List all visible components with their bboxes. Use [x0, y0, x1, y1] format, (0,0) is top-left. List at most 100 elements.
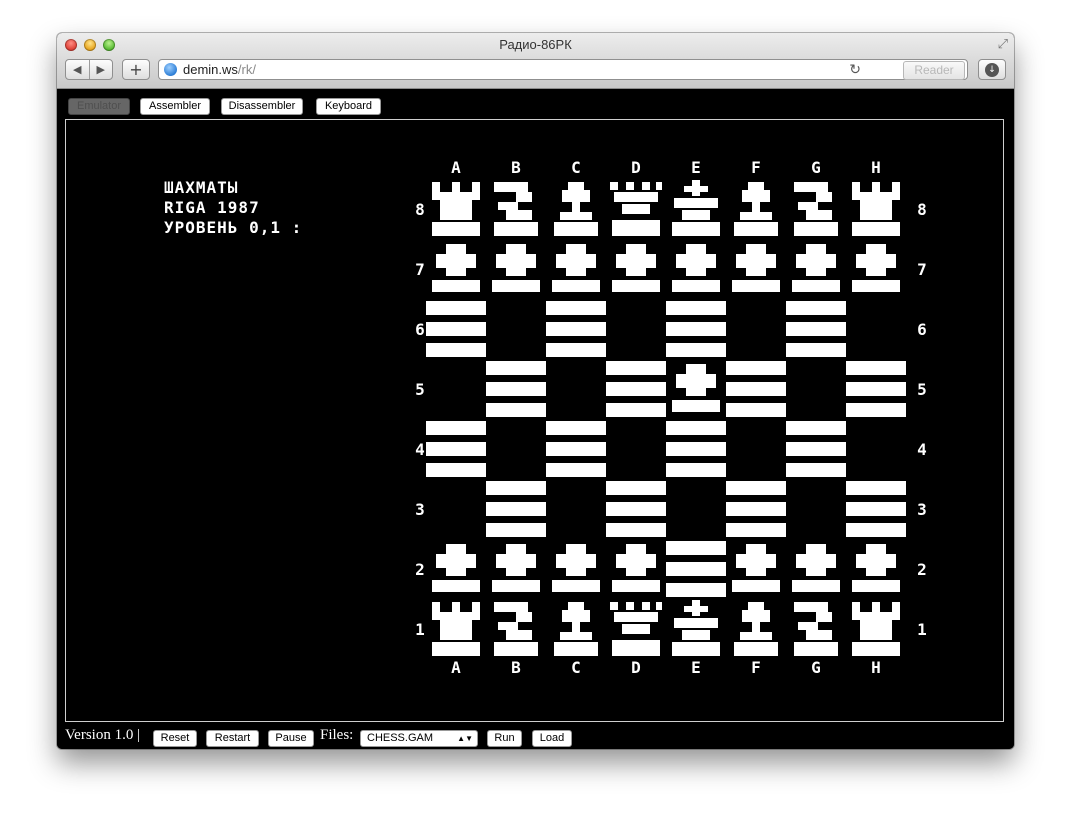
board-square[interactable]: [786, 300, 846, 360]
assembler-tab-button[interactable]: Assembler: [140, 98, 210, 115]
chess-piece-knight[interactable]: [786, 180, 846, 240]
board-square[interactable]: [486, 300, 546, 360]
chess-piece-knight[interactable]: [486, 600, 546, 660]
board-square[interactable]: [606, 300, 666, 360]
chess-piece-king[interactable]: [666, 180, 726, 240]
piece-part: [686, 244, 706, 254]
piece-part: [626, 544, 646, 554]
chess-piece-pawn[interactable]: [786, 240, 846, 300]
rank-label: 3: [415, 500, 425, 519]
board-square[interactable]: [426, 480, 486, 540]
square-stripe: [666, 442, 726, 456]
reset-button[interactable]: Reset: [153, 730, 197, 747]
board-square[interactable]: [606, 420, 666, 480]
fullscreen-icon[interactable]: ⤢: [998, 37, 1008, 52]
board-square[interactable]: [846, 420, 906, 480]
back-forward-buttons: ◀ ▶: [65, 59, 113, 80]
chess-piece-queen[interactable]: [606, 180, 666, 240]
file-select[interactable]: CHESS.GAM ▲▼: [360, 730, 478, 747]
emulator-tab-button[interactable]: Emulator: [68, 98, 130, 115]
board-square[interactable]: [666, 300, 726, 360]
forward-arrow-icon[interactable]: ▶: [89, 63, 112, 76]
chess-piece-pawn[interactable]: [546, 540, 606, 600]
piece-part: [752, 622, 760, 632]
chess-piece-king[interactable]: [666, 600, 726, 660]
url-text[interactable]: demin.ws/rk/: [183, 62, 256, 77]
piece-part: [872, 602, 880, 612]
piece-part: [672, 642, 720, 656]
board-square[interactable]: [666, 420, 726, 480]
pause-button[interactable]: Pause: [268, 730, 314, 747]
piece-part: [642, 602, 650, 610]
square-stripe: [666, 541, 726, 555]
restart-button[interactable]: Restart: [206, 730, 259, 747]
chess-piece-pawn[interactable]: [786, 540, 846, 600]
disassembler-tab-button[interactable]: Disassembler: [221, 98, 303, 115]
board-square[interactable]: [546, 480, 606, 540]
back-arrow-icon[interactable]: ◀: [66, 63, 89, 76]
add-tab-button[interactable]: +: [122, 59, 150, 80]
chess-piece-rook[interactable]: [846, 600, 906, 660]
board-square[interactable]: [666, 540, 726, 600]
chess-piece-pawn[interactable]: [606, 240, 666, 300]
board-square[interactable]: [786, 360, 846, 420]
board-square[interactable]: [606, 480, 666, 540]
board-square[interactable]: [486, 480, 546, 540]
chess-piece-bishop[interactable]: [726, 600, 786, 660]
board-square[interactable]: [846, 480, 906, 540]
board-square[interactable]: [726, 300, 786, 360]
chess-piece-rook[interactable]: [426, 180, 486, 240]
square-stripe: [666, 583, 726, 597]
load-button[interactable]: Load: [532, 730, 572, 747]
chess-piece-knight[interactable]: [486, 180, 546, 240]
board-square[interactable]: [726, 480, 786, 540]
chess-piece-pawn[interactable]: [666, 360, 726, 420]
board-square[interactable]: [786, 480, 846, 540]
chess-piece-bishop[interactable]: [546, 600, 606, 660]
board-square[interactable]: [666, 480, 726, 540]
address-bar[interactable]: demin.ws/rk/ ↻ Reader: [158, 59, 968, 80]
chess-piece-queen[interactable]: [606, 600, 666, 660]
chess-piece-pawn[interactable]: [426, 540, 486, 600]
piece-part: [656, 602, 662, 610]
keyboard-tab-button[interactable]: Keyboard: [316, 98, 381, 115]
piece-part: [852, 182, 860, 192]
chess-piece-pawn[interactable]: [486, 540, 546, 600]
chess-piece-pawn[interactable]: [726, 240, 786, 300]
chess-piece-pawn[interactable]: [606, 540, 666, 600]
piece-part: [806, 210, 832, 220]
board-square[interactable]: [546, 420, 606, 480]
chess-piece-pawn[interactable]: [546, 240, 606, 300]
board-square[interactable]: [546, 300, 606, 360]
chess-piece-pawn[interactable]: [666, 240, 726, 300]
chess-piece-pawn[interactable]: [486, 240, 546, 300]
chess-piece-rook[interactable]: [846, 180, 906, 240]
reader-button[interactable]: Reader: [903, 61, 965, 80]
board-square[interactable]: [846, 360, 906, 420]
reload-icon[interactable]: ↻: [849, 61, 861, 78]
square-stripe: [786, 322, 846, 336]
chess-piece-pawn[interactable]: [846, 540, 906, 600]
board-square[interactable]: [846, 300, 906, 360]
chess-piece-pawn[interactable]: [426, 240, 486, 300]
chess-piece-bishop[interactable]: [726, 180, 786, 240]
chess-piece-knight[interactable]: [786, 600, 846, 660]
file-label: H: [871, 658, 881, 677]
chess-piece-pawn[interactable]: [726, 540, 786, 600]
chess-piece-pawn[interactable]: [846, 240, 906, 300]
board-square[interactable]: [606, 360, 666, 420]
board-square[interactable]: [786, 420, 846, 480]
board-square[interactable]: [426, 420, 486, 480]
board-square[interactable]: [486, 420, 546, 480]
chess-piece-bishop[interactable]: [546, 180, 606, 240]
downloads-button[interactable]: ↓: [978, 59, 1006, 80]
board-square[interactable]: [426, 300, 486, 360]
board-square[interactable]: [726, 420, 786, 480]
board-square[interactable]: [486, 360, 546, 420]
board-square[interactable]: [546, 360, 606, 420]
chess-piece-rook[interactable]: [426, 600, 486, 660]
run-button[interactable]: Run: [487, 730, 522, 747]
board-square[interactable]: [426, 360, 486, 420]
board-square[interactable]: [726, 360, 786, 420]
emulator-screen[interactable]: ШАХМАТЫ RIGA 1987 УРОВЕНЬ 0,1 : A A B B C C D D…: [65, 119, 1004, 722]
